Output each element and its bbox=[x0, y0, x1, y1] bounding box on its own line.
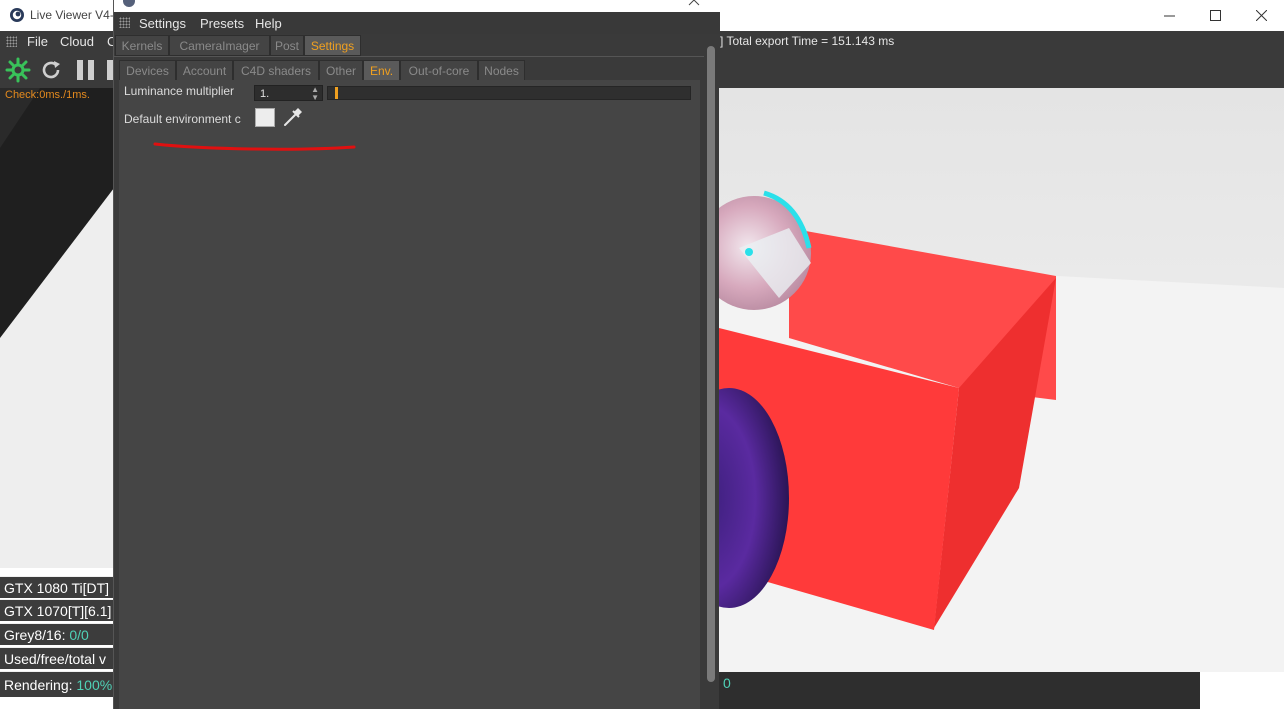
tab-env[interactable]: Env. bbox=[363, 60, 400, 81]
tab-other[interactable]: Other bbox=[319, 60, 363, 81]
pause-icon[interactable] bbox=[75, 58, 97, 82]
octane-settings-menubar: Settings Presets Help bbox=[114, 12, 720, 34]
minimize-button[interactable] bbox=[1146, 0, 1192, 31]
export-time-text: ] Total export Time = 151.143 ms bbox=[720, 34, 895, 48]
close-icon[interactable] bbox=[688, 0, 700, 6]
rendering-value: 100% bbox=[76, 677, 113, 693]
octane-settings-window: Settings Presets Help Kernels CameraImag… bbox=[113, 0, 720, 709]
default-environment-color-label: Default environment c bbox=[124, 112, 241, 126]
close-icon bbox=[1255, 10, 1267, 21]
menu-cloud[interactable]: Cloud bbox=[60, 34, 94, 49]
menu-file[interactable]: File bbox=[27, 34, 48, 49]
maximize-button[interactable] bbox=[1192, 0, 1238, 31]
render-scene bbox=[719, 88, 1284, 672]
tab-cameraimager[interactable]: CameraImager bbox=[169, 35, 270, 56]
main-tab-row: Kernels CameraImager Post Settings bbox=[114, 35, 704, 57]
tab-kernels[interactable]: Kernels bbox=[115, 35, 169, 56]
tab-account[interactable]: Account bbox=[176, 60, 233, 81]
luminance-multiplier-input[interactable]: 1. ▲ ▼ bbox=[254, 85, 323, 102]
luminance-multiplier-label: Luminance multiplier bbox=[124, 84, 235, 98]
octane-settings-titlebar[interactable] bbox=[114, 0, 720, 12]
luminance-multiplier-value: 1. bbox=[260, 88, 270, 100]
minimize-icon bbox=[1163, 15, 1175, 17]
render-floor-left bbox=[0, 88, 114, 568]
live-viewer-title: Live Viewer V4- bbox=[30, 8, 114, 22]
grey-status: Grey8/16: 0/0 bbox=[0, 623, 114, 645]
environment-color-swatch[interactable] bbox=[255, 108, 275, 127]
rendering-label: Rendering: bbox=[4, 677, 77, 693]
grip-icon[interactable] bbox=[119, 17, 130, 28]
status-right-value: 0 bbox=[723, 675, 731, 691]
refresh-icon[interactable] bbox=[39, 58, 63, 82]
scrollbar-thumb[interactable] bbox=[707, 46, 715, 682]
tab-devices[interactable]: Devices bbox=[119, 60, 176, 81]
sub-tab-row: Devices Account C4D shaders Other Env. O… bbox=[114, 60, 704, 82]
grey-label: Grey8/16: bbox=[4, 627, 70, 643]
octane-logo-icon[interactable] bbox=[5, 57, 31, 83]
cinema4d-logo-icon bbox=[10, 8, 24, 22]
check-time-text: Check:0ms./1ms. bbox=[5, 89, 90, 101]
render-viewport-right[interactable] bbox=[719, 88, 1284, 672]
tab-c4d-shaders[interactable]: C4D shaders bbox=[233, 60, 319, 81]
red-underline-annotation bbox=[153, 142, 356, 151]
menu-presets[interactable]: Presets bbox=[200, 16, 244, 31]
memory-status: Used/free/total v bbox=[0, 647, 114, 669]
rendering-status: Rendering: 100% bbox=[0, 671, 114, 697]
spinner-arrows-icon[interactable]: ▲ ▼ bbox=[311, 86, 319, 102]
menu-settings[interactable]: Settings bbox=[139, 16, 186, 31]
tab-settings[interactable]: Settings bbox=[304, 35, 361, 56]
menu-help[interactable]: Help bbox=[255, 16, 282, 31]
cinema4d-logo-icon bbox=[123, 0, 135, 7]
close-button[interactable] bbox=[1238, 0, 1284, 31]
gpu1-status: GTX 1080 Ti[DT] bbox=[0, 576, 114, 598]
gpu2-status: GTX 1070[T][6.1] bbox=[0, 599, 114, 621]
tab-out-of-core[interactable]: Out-of-core bbox=[400, 60, 478, 81]
env-settings-panel bbox=[119, 80, 700, 709]
tab-divider bbox=[114, 56, 704, 57]
grey-value: 0/0 bbox=[69, 627, 89, 643]
luminance-multiplier-slider[interactable] bbox=[327, 86, 691, 100]
status-bar-right: 0 bbox=[719, 672, 1200, 709]
tab-nodes[interactable]: Nodes bbox=[478, 60, 525, 81]
slider-handle[interactable] bbox=[334, 87, 338, 99]
grip-icon[interactable] bbox=[6, 36, 17, 47]
eyedropper-icon[interactable] bbox=[282, 106, 304, 128]
tab-post[interactable]: Post bbox=[270, 35, 304, 56]
maximize-icon bbox=[1209, 10, 1221, 21]
render-viewport-left[interactable] bbox=[0, 88, 114, 568]
